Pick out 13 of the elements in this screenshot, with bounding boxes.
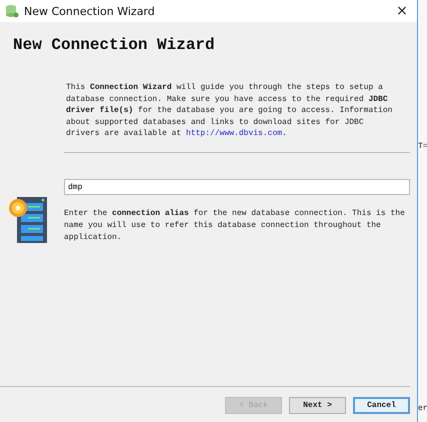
background-text: er xyxy=(418,404,427,413)
close-button[interactable]: × xyxy=(387,0,417,22)
window-title: New Connection Wizard xyxy=(24,4,155,18)
alias-help-text: Enter the connection alias for the new database connection. This is the name you will use to refer this database connection throughout the application. xyxy=(64,208,406,244)
wizard-button[interactable]: Next > xyxy=(289,397,346,414)
server-icon xyxy=(8,194,50,244)
alias-input-field[interactable]: dmp xyxy=(64,179,410,195)
database-icon xyxy=(5,4,19,18)
wizard-button[interactable]: Cancel xyxy=(353,397,410,414)
wizard-heading: New Connection Wizard xyxy=(13,36,216,54)
background-text: T= xyxy=(418,142,427,151)
website-link[interactable]: http://www.dbvis.com xyxy=(186,129,282,138)
intro-paragraph: This Connection Wizard will guide you through the steps to setup a database connection. Make sure you have access to the required JDBC driver file(s) for the database you are going to access. Information about supported databases and links to download sites for JDBC drivers are available at http://www.dbvis.com. xyxy=(66,82,394,140)
